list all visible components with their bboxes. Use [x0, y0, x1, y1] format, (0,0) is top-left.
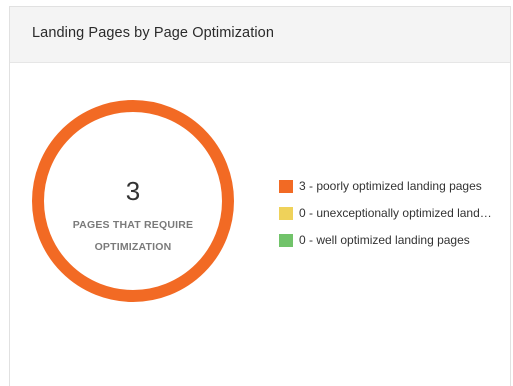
widget-title: Landing Pages by Page Optimization	[32, 25, 274, 41]
legend-item-poorly-optimized[interactable]: 3 - poorly optimized landing pages	[279, 178, 497, 194]
pages-requiring-optimization-count: 3	[125, 176, 141, 206]
legend-label-unexceptionally-optimized: 0 - unexceptionally optimized landing pa…	[299, 206, 494, 220]
label-line-1: PAGES THAT REQUIRE	[72, 219, 194, 231]
legend-item-unexceptionally-optimized[interactable]: 0 - unexceptionally optimized landing pa…	[279, 205, 497, 221]
widget-header: Landing Pages by Page Optimization	[10, 7, 510, 63]
optimization-donut: 3 PAGES THAT REQUIRE OPTIMIZATION	[28, 96, 238, 306]
legend-swatch-yellow	[279, 207, 293, 220]
legend-label-well-optimized: 0 - well optimized landing pages	[299, 233, 470, 247]
legend-swatch-green	[279, 234, 293, 247]
legend-item-well-optimized[interactable]: 0 - well optimized landing pages	[279, 232, 497, 248]
chart-legend: 3 - poorly optimized landing pages 0 - u…	[279, 178, 497, 259]
legend-label-poorly-optimized: 3 - poorly optimized landing pages	[299, 179, 482, 193]
legend-swatch-orange	[279, 180, 293, 193]
label-line-2: OPTIMIZATION	[94, 241, 172, 253]
pages-requiring-optimization-label: PAGES THAT REQUIRE OPTIMIZATION	[58, 214, 208, 258]
